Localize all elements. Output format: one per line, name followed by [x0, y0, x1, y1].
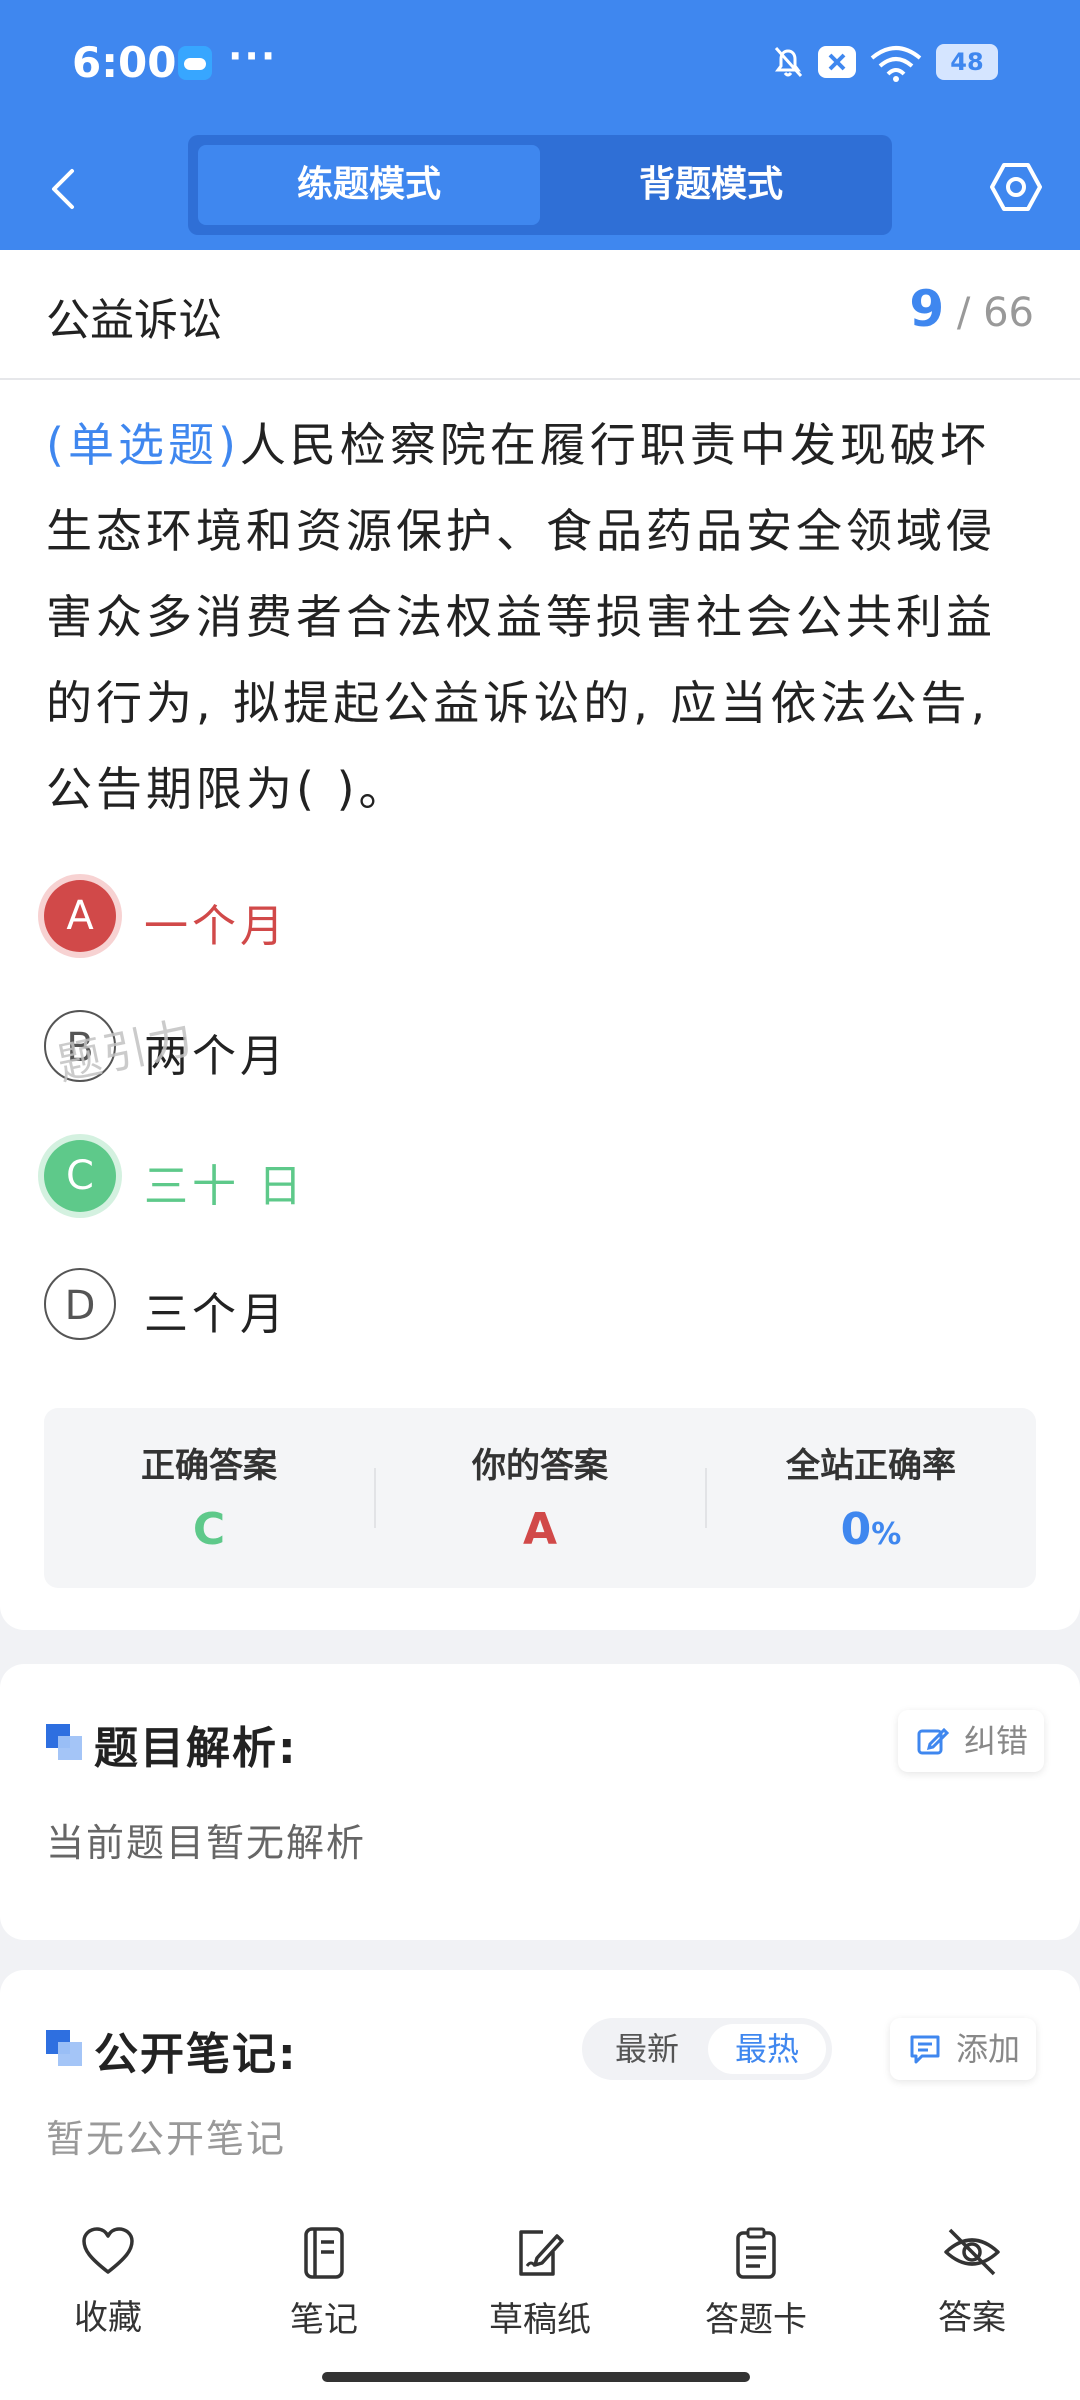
- notes-content: 暂无公开笔记: [46, 2117, 287, 2161]
- report-error-button[interactable]: 纠错: [898, 1710, 1045, 1772]
- weather-icon: [178, 46, 212, 80]
- analysis-content: 当前题目暂无解析: [46, 1821, 367, 1865]
- notes-card: 公开笔记: 最新 最热 添加 暂无公开笔记: [0, 1970, 1080, 2220]
- nav-bar: 练题模式 背题模式: [0, 125, 1080, 250]
- option-c[interactable]: C 三十 日: [44, 1140, 1024, 1220]
- add-note-button[interactable]: 添加: [890, 2018, 1037, 2080]
- option-c-badge: C: [44, 1140, 116, 1212]
- status-time: 6:00: [72, 38, 177, 87]
- correct-answer-value: C: [192, 1504, 226, 1555]
- notes-title: 公开笔记:: [94, 2029, 298, 2080]
- comment-icon: [910, 2035, 940, 2064]
- your-answer-value: A: [522, 1504, 558, 1555]
- report-error-label: 纠错: [964, 1722, 1029, 1760]
- option-a-text: 一个月: [144, 901, 288, 952]
- sort-hottest[interactable]: 最热: [708, 2024, 826, 2074]
- heart-icon: [82, 2227, 134, 2274]
- app-header: 6:00 ··· 48 练题模式 背题模式: [0, 0, 1080, 250]
- mode-switch: 练题模式 背题模式: [188, 135, 892, 235]
- sort-newest[interactable]: 最新: [588, 2024, 706, 2074]
- back-arrow-icon[interactable]: [44, 165, 84, 213]
- battery-indicator: 48: [936, 44, 998, 80]
- clipboard-icon: [736, 2227, 776, 2279]
- tab-practice-mode[interactable]: 练题模式: [198, 145, 540, 225]
- home-indicator[interactable]: [322, 2372, 750, 2382]
- tab-show-answer-label: 答案: [938, 2298, 1006, 2338]
- correct-answer: 正确答案 C: [44, 1408, 374, 1588]
- draft-icon: [519, 2230, 564, 2276]
- tab-notes-label: 笔记: [290, 2300, 358, 2340]
- add-note-label: 添加: [956, 2030, 1021, 2068]
- section-icon: [46, 1724, 82, 1760]
- option-a-badge: A: [44, 880, 116, 952]
- analysis-card: 题目解析: 纠错 当前题目暂无解析: [0, 1664, 1080, 1940]
- tab-scratchpad[interactable]: 草稿纸: [465, 2226, 615, 2341]
- option-c-text: 三十 日: [144, 1161, 306, 1212]
- question-card: 公益诉讼 9 / 66 (单选题)人民检察院在履行职责中发现破坏生态环境和资源保…: [0, 250, 1080, 1630]
- tab-answer-sheet[interactable]: 答题卡: [681, 2226, 831, 2341]
- mute-icon: [774, 47, 803, 77]
- your-answer: 你的答案 A: [375, 1408, 705, 1588]
- section-title: 公益诉讼: [46, 295, 222, 346]
- option-d-badge: D: [44, 1268, 116, 1340]
- tab-answer-sheet-label: 答题卡: [705, 2300, 807, 2340]
- your-answer-label: 你的答案: [472, 1446, 608, 1486]
- total-count: / 66: [956, 290, 1034, 336]
- tab-favorite-label: 收藏: [74, 2298, 142, 2338]
- tab-scratchpad-label: 草稿纸: [489, 2300, 591, 2340]
- question-type: (单选题): [46, 418, 240, 472]
- tab-show-answer[interactable]: 答案: [897, 2226, 1047, 2339]
- question-body: 人民检察院在履行职责中发现破坏生态环境和资源保护、食品药品安全领域侵害众多消费者…: [46, 418, 996, 816]
- accuracy-rate-number: 0: [840, 1504, 872, 1555]
- question-counter: 9 / 66: [909, 280, 1034, 338]
- current-index: 9: [909, 280, 945, 338]
- wifi-icon: [870, 46, 922, 82]
- notes-sort-toggle: 最新 最热: [582, 2018, 832, 2080]
- accuracy-rate-unit: %: [871, 1517, 902, 1552]
- notebook-icon: [304, 2227, 344, 2279]
- settings-icon[interactable]: [988, 159, 1044, 215]
- option-d-text: 三个月: [144, 1289, 288, 1340]
- answer-summary: 正确答案 C 你的答案 A 全站正确率 0%: [44, 1408, 1036, 1588]
- more-notifications: ···: [228, 34, 278, 78]
- data-off-icon: [818, 46, 856, 78]
- question-text: (单选题)人民检察院在履行职责中发现破坏生态环境和资源保护、食品药品安全领域侵害…: [46, 402, 1036, 832]
- tab-favorite[interactable]: 收藏: [33, 2226, 183, 2339]
- tab-memorize-mode[interactable]: 背题模式: [540, 145, 882, 225]
- option-a[interactable]: A 一个月: [44, 880, 1024, 960]
- bottom-toolbar: 收藏 笔记 草稿纸 答题卡 答案: [0, 2196, 1080, 2400]
- accuracy-rate-value: 0%: [706, 1504, 1036, 1555]
- correct-answer-label: 正确答案: [141, 1446, 277, 1486]
- section-header: 公益诉讼 9 / 66: [0, 250, 1080, 380]
- tab-notes[interactable]: 笔记: [249, 2226, 399, 2341]
- status-bar: 6:00 ··· 48: [0, 0, 1080, 125]
- analysis-title: 题目解析:: [94, 1723, 298, 1774]
- edit-icon: [917, 1727, 950, 1755]
- accuracy-rate: 全站正确率 0%: [706, 1408, 1036, 1588]
- eye-off-icon: [944, 2228, 1000, 2276]
- option-d[interactable]: D 三个月: [44, 1268, 1024, 1348]
- accuracy-rate-label: 全站正确率: [786, 1446, 956, 1486]
- section-icon: [46, 2030, 82, 2066]
